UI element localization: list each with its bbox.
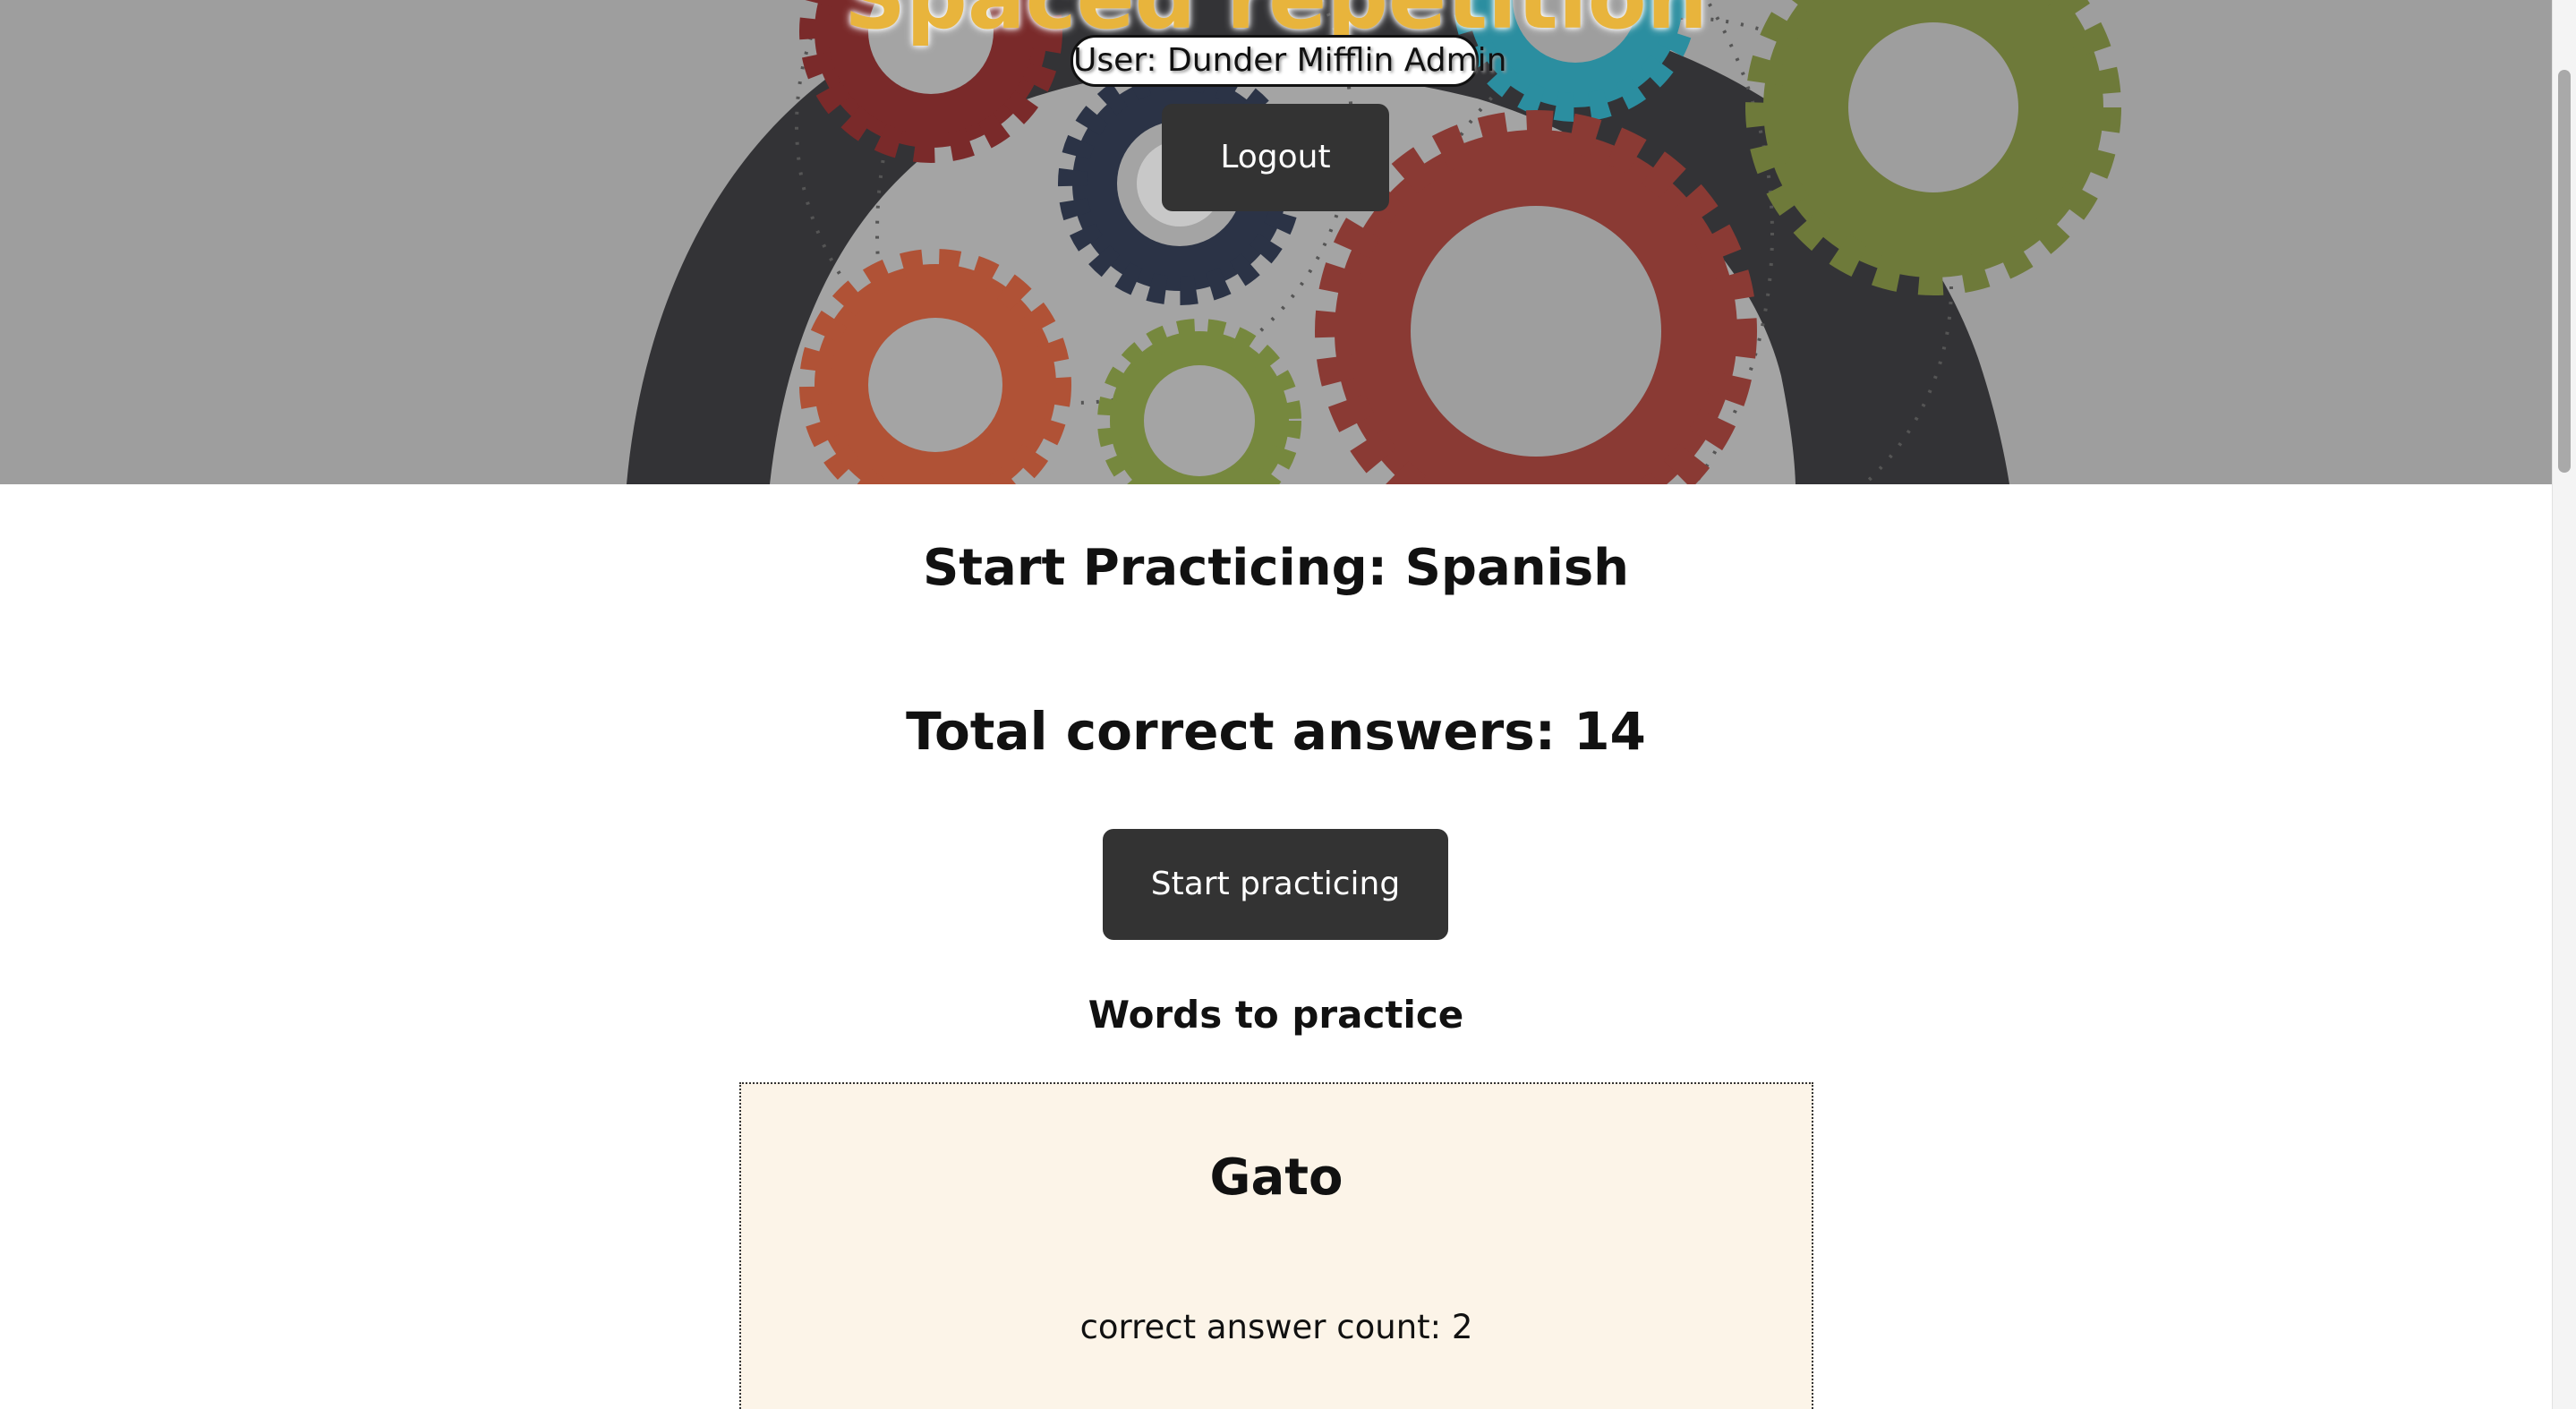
vertical-scrollbar[interactable]: [2552, 0, 2576, 1409]
app-viewport: Spaced repetition User: Dunder Mifflin A…: [0, 0, 2576, 1409]
user-badge: User: Dunder Mifflin Admin: [1070, 35, 1506, 87]
word-title: Gato: [1209, 1149, 1343, 1207]
practice-heading: Start Practicing: Spanish: [922, 539, 1630, 597]
scrollbar-thumb[interactable]: [2558, 70, 2571, 473]
word-correct-count: correct answer count: 2: [1079, 1308, 1473, 1346]
total-correct-heading: Total correct answers: 14: [906, 701, 1646, 762]
start-practicing-button[interactable]: Start practicing: [1103, 829, 1448, 940]
logout-button[interactable]: Logout: [1162, 104, 1389, 211]
hero-banner: Spaced repetition User: Dunder Mifflin A…: [0, 0, 2552, 484]
main-content: Start Practicing: Spanish Total correct …: [0, 484, 2552, 1409]
word-card: Gato correct answer count: 2: [739, 1082, 1813, 1409]
words-to-practice-heading: Words to practice: [1088, 993, 1464, 1037]
